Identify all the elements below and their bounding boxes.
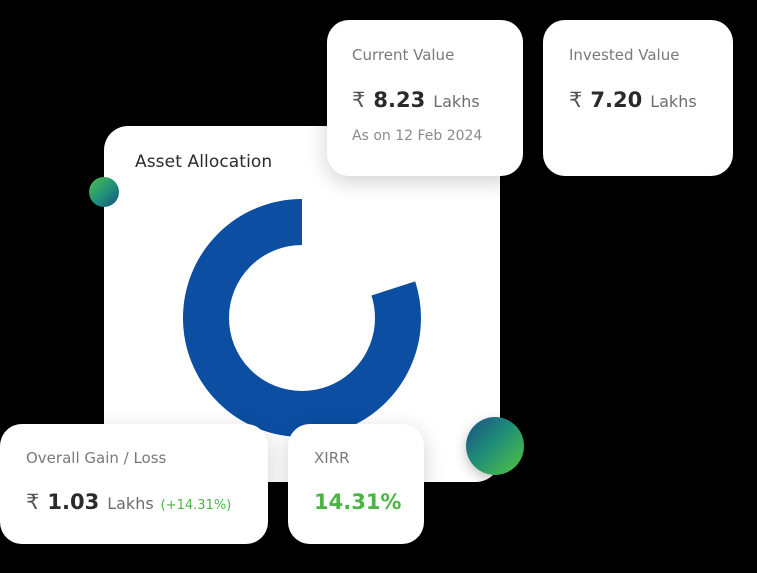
invested-value-label: Invested Value — [569, 46, 680, 64]
xirr-label: XIRR — [314, 449, 350, 467]
asset-allocation-title: Asset Allocation — [135, 152, 273, 172]
xirr-value: 14.31% — [314, 490, 402, 514]
overall-gain-label: Overall Gain / Loss — [26, 449, 167, 467]
xirr-card: XIRR 14.31% — [288, 424, 424, 544]
overall-gain-amount: 1.03 — [47, 490, 100, 514]
invested-value-amount: 7.20 — [590, 88, 643, 112]
invested-value-unit: Lakhs — [650, 92, 697, 111]
overall-gain-card: Overall Gain / Loss ₹ 1.03 Lakhs (+14.31… — [0, 424, 268, 544]
current-value-label: Current Value — [352, 46, 455, 64]
overall-gain-unit: Lakhs — [107, 494, 154, 513]
current-value-card: Current Value ₹ 8.23 Lakhs As on 12 Feb … — [327, 20, 523, 176]
invested-value-amount-row: ₹ 7.20 Lakhs — [569, 88, 697, 112]
overall-gain-percent: (+14.31%) — [160, 498, 232, 513]
gradient-dot-decoration — [89, 177, 119, 207]
current-value-amount: 8.23 — [373, 88, 426, 112]
rupee-icon: ₹ — [26, 490, 40, 514]
overall-gain-amount-row: ₹ 1.03 Lakhs (+14.31%) — [26, 490, 231, 514]
asset-allocation-donut — [183, 199, 421, 437]
rupee-icon: ₹ — [569, 88, 583, 112]
rupee-icon: ₹ — [352, 88, 366, 112]
invested-value-card: Invested Value ₹ 7.20 Lakhs — [543, 20, 733, 176]
current-value-unit: Lakhs — [433, 92, 480, 111]
current-value-amount-row: ₹ 8.23 Lakhs — [352, 88, 480, 112]
current-value-as-on: As on 12 Feb 2024 — [352, 128, 483, 144]
gradient-dot-decoration-large — [466, 417, 524, 475]
